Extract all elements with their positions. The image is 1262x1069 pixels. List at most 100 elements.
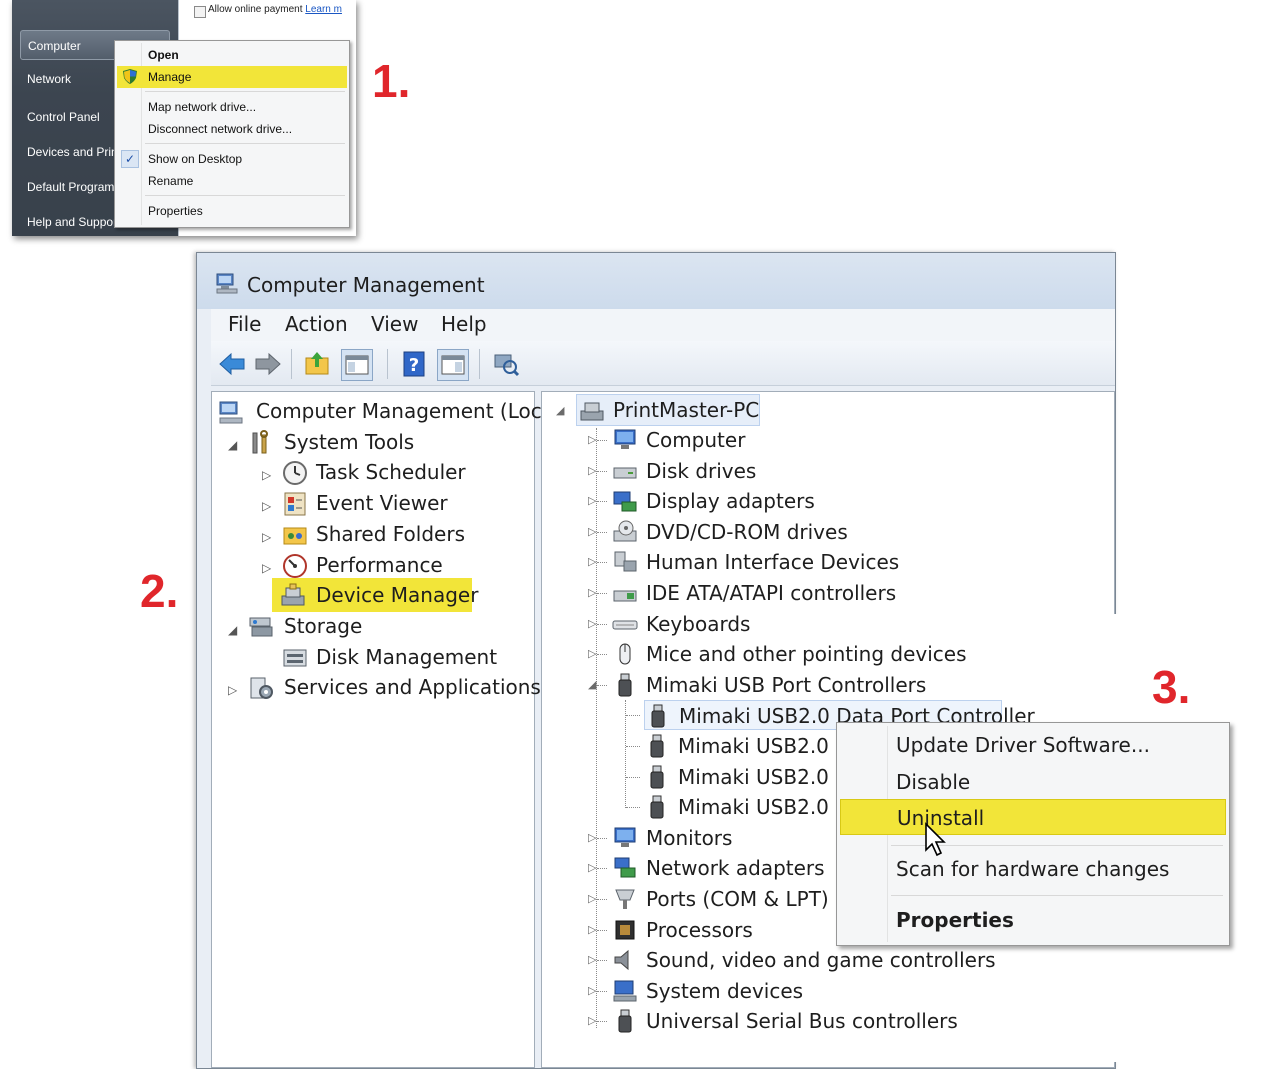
port-icon [615,889,635,909]
expand-arrow-icon[interactable]: ▷ [588,433,596,446]
expand-arrow-icon[interactable]: ▷ [588,831,596,844]
collapse-arrow-icon[interactable]: ◢ [556,404,564,417]
menu-separator [891,895,1223,896]
device-manager-icon [281,583,305,606]
checkbox[interactable] [194,6,206,18]
collapse-arrow-icon[interactable]: ◢ [588,678,596,691]
menu-action[interactable]: Action [285,312,348,336]
expand-arrow-icon[interactable]: ▷ [588,525,596,538]
network-adapter-icon [614,857,636,878]
tree-device-manager[interactable]: Device Manager [272,578,478,612]
show-hide-action-pane-icon[interactable] [437,349,469,381]
tree-line [597,684,607,686]
menu-scan-hardware[interactable]: Scan for hardware changes [840,851,1226,887]
dm-root-printmaster-pc[interactable]: PrintMaster-PC [576,394,760,426]
menu-update-driver[interactable]: Update Driver Software... [840,727,1226,763]
up-folder-icon[interactable] [303,349,333,379]
dm-category-label: Network adapters [646,856,825,881]
expand-arrow-icon[interactable]: ▷ [228,683,237,697]
scan-hardware-icon[interactable] [491,349,521,379]
monitor-icon [614,429,636,449]
menu-properties[interactable]: Properties [840,902,1226,938]
menu-help[interactable]: Help [441,312,487,336]
forward-arrow-icon[interactable] [253,349,283,379]
menu-map-network-drive[interactable]: Map network drive... [117,96,347,118]
menu-properties[interactable]: Properties [117,200,347,222]
expand-arrow-icon[interactable]: ▷ [588,586,596,599]
mouse-cursor-icon [925,822,946,857]
expand-arrow-icon[interactable]: ▷ [262,499,271,513]
dm-category-label: Sound, video and game controllers [646,948,996,973]
menu-rename[interactable]: Rename [117,170,347,192]
speaker-icon [614,950,629,971]
expand-arrow-icon[interactable]: ▷ [588,647,596,660]
device-context-menu: Update Driver Software... Disable Uninst… [836,722,1230,946]
menu-open[interactable]: Open [117,44,347,66]
menu-separator [145,143,345,144]
expand-arrow-icon[interactable]: ▷ [588,953,596,966]
tree-line [597,654,607,656]
expand-arrow-icon[interactable]: ▷ [262,561,271,575]
tree-line [597,929,607,931]
dm-category-label: Human Interface Devices [646,550,900,575]
checkmark-icon: ✓ [121,150,139,168]
back-arrow-icon[interactable] [217,349,247,379]
menu-disconnect-network-drive[interactable]: Disconnect network drive... [117,118,347,140]
tree-line [597,837,607,839]
computer-context-menu: Open Manage Map network drive... Disconn… [114,40,350,228]
expand-arrow-icon[interactable]: ▷ [588,923,596,936]
keyboard-icon [612,620,638,630]
menu-separator [145,195,345,196]
dm-category-label: Processors [646,917,753,942]
tree-line [597,501,607,503]
expand-arrow-icon[interactable]: ▷ [588,1014,596,1027]
usb-plug-icon [618,673,632,697]
expand-arrow-icon[interactable]: ▷ [262,468,271,482]
menu-view[interactable]: View [371,312,418,336]
menu-manage[interactable]: Manage [117,66,347,88]
tree-event-viewer-label: Event Viewer [316,491,448,515]
shared-folder-icon [283,527,307,545]
dm-category-label: Universal Serial Bus controllers [646,1009,958,1034]
clock-icon [283,461,307,485]
mouse-icon [619,643,631,665]
expand-arrow-icon[interactable]: ▷ [588,892,596,905]
expand-arrow-icon[interactable]: ▷ [588,494,596,507]
collapse-arrow-icon[interactable]: ◢ [228,623,237,637]
help-icon[interactable]: ? [399,349,429,379]
usb-plug-icon [650,795,664,819]
tree-line [626,807,640,809]
tree-line [597,440,607,441]
disk-management-icon [283,649,307,667]
learn-more-link[interactable]: Learn m [305,4,342,15]
menu-manage-label: Manage [148,70,192,84]
step-label-2: 2. [140,565,179,617]
tree-line [596,428,597,1028]
expand-arrow-icon[interactable]: ▷ [588,464,596,477]
hid-icon [614,551,637,572]
expand-arrow-icon[interactable]: ▷ [588,861,596,874]
expand-arrow-icon[interactable]: ▷ [262,530,271,544]
tree-line [597,470,607,472]
show-hide-console-tree-icon[interactable] [341,349,373,381]
dm-category-label: DVD/CD-ROM drives [646,519,848,544]
toolbar-separator [387,349,388,379]
expand-arrow-icon[interactable]: ▷ [588,984,596,997]
expand-arrow-icon[interactable]: ▷ [588,555,596,568]
tree-device-manager-label: Device Manager [316,583,479,607]
step-label-3: 3. [1152,661,1191,713]
system-devices-icon [613,980,637,1002]
display-adapter-icon [613,491,637,512]
menu-show-on-desktop[interactable]: ✓ Show on Desktop [117,148,347,170]
tree-line [597,531,607,533]
dvd-drive-icon [613,520,637,542]
usb-plug-icon [618,1009,632,1033]
collapse-arrow-icon[interactable]: ◢ [228,438,237,452]
dm-category-label: Display adapters [646,489,815,514]
menu-uninstall[interactable]: Uninstall [840,799,1226,835]
tree-line [597,623,607,625]
menu-file[interactable]: File [228,312,261,336]
menu-disable[interactable]: Disable [840,764,1226,800]
expand-arrow-icon[interactable]: ▷ [588,617,596,630]
event-viewer-icon [284,492,306,516]
